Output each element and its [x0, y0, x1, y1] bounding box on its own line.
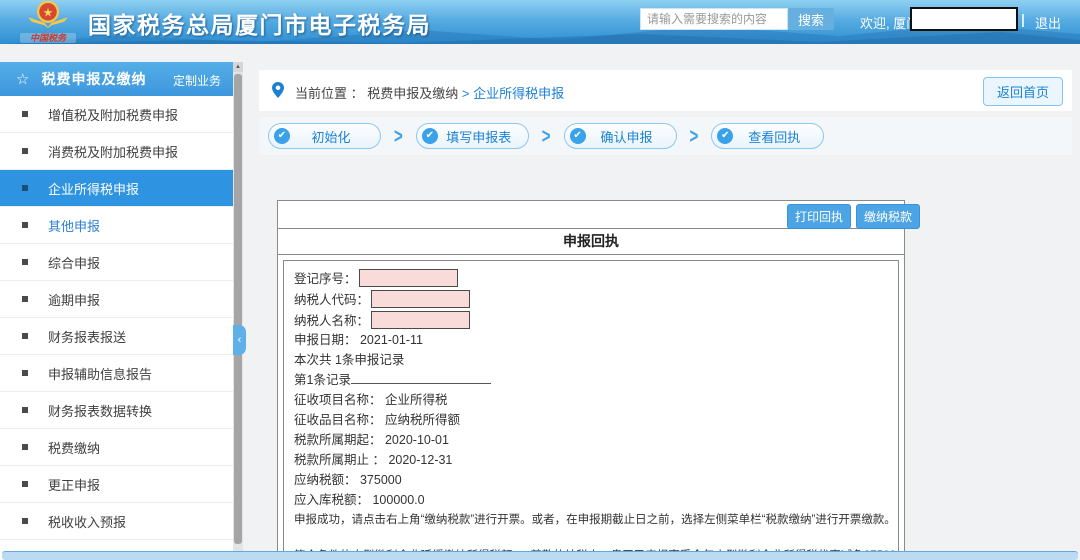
tax-bureau-logo: ★ 中国税务	[20, 0, 76, 43]
bullet-icon	[22, 444, 28, 450]
horizontal-scrollbar[interactable]	[2, 551, 1078, 560]
sidebar-item-consumption-tax[interactable]: 消费税及附加税费申报	[0, 133, 233, 170]
step-initialize[interactable]: ✔ 初始化	[268, 123, 381, 149]
breadcrumb-location-label: 当前位置 ：	[295, 86, 364, 101]
breadcrumb-bar: 当前位置 ： 税费申报及缴纳 > 企业所得税申报 返回首页	[259, 70, 1072, 111]
return-home-button[interactable]: 返回首页	[982, 77, 1063, 106]
receipt-panel: 打印回执 缴纳税款 申报回执 登记序号： 纳税人代码： 纳税人名称： 申报日期：…	[277, 200, 920, 560]
redacted-username	[910, 7, 1018, 31]
check-icon: ✔	[274, 128, 290, 144]
field-tax-payable: 应入库税额： 100000.0	[294, 493, 425, 507]
field-record-count: 本次共 1条申报记录	[294, 353, 405, 367]
sidebar-scrollbar-thumb[interactable]	[234, 74, 242, 544]
location-pin-icon	[272, 82, 284, 98]
sidebar: ☆ 税费申报及缴纳 定制业务 增值税及附加税费申报 消费税及附加税费申报 企业所…	[0, 62, 233, 560]
site-title: 国家税务总局厦门市电子税务局	[88, 12, 431, 38]
field-taxpayer-code: 纳税人代码：	[294, 288, 888, 309]
sidebar-scrollbar[interactable]: ▲	[233, 62, 243, 560]
receipt-body: 登记序号： 纳税人代码： 纳税人名称： 申报日期： 2021-01-11 本次共…	[283, 260, 899, 560]
pay-tax-button[interactable]: 缴纳税款	[855, 204, 920, 229]
field-period-end: 税款所属期止 ： 2020-12-31	[294, 453, 453, 467]
app-root: ★ 中国税务 国家税务总局厦门市电子税务局 搜索 欢迎, 厦门 | 退出 ☆ 税…	[0, 0, 1080, 560]
step-fill-form[interactable]: ✔ 填写申报表	[415, 123, 529, 149]
step-confirm-declaration[interactable]: ✔ 确认申报	[563, 123, 677, 149]
bullet-icon	[22, 148, 28, 154]
field-declare-date: 申报日期： 2021-01-11	[294, 333, 423, 347]
header-divider: |	[1021, 11, 1025, 27]
sidebar-item-tax-revenue-forecast[interactable]: 税收收入预报	[0, 503, 233, 540]
field-taxpayer-name: 纳税人名称：	[294, 309, 888, 330]
field-levy-item-name: 征收项目名称： 企业所得税	[294, 393, 448, 407]
sidebar-item-tax-payment[interactable]: 税费缴纳	[0, 429, 233, 466]
redacted-value	[371, 289, 471, 308]
print-receipt-button[interactable]: 打印回执	[786, 204, 851, 229]
search-input[interactable]	[640, 8, 788, 30]
bullet-icon	[22, 407, 28, 413]
success-note: 申报成功，请点击右上角“缴纳税款”进行开票。或者，在申报期截止日之前，选择左侧菜…	[294, 514, 896, 526]
sidebar-item-other-declaration[interactable]: 其他申报	[0, 207, 233, 244]
check-icon: ✔	[717, 128, 734, 144]
breadcrumb: 当前位置 ： 税费申报及缴纳 > 企业所得税申报	[295, 83, 564, 102]
bullet-icon	[22, 222, 28, 228]
logout-button[interactable]: 退出	[1035, 13, 1061, 32]
receipt-actions: 打印回执 缴纳税款	[786, 204, 920, 229]
sidebar-item-overdue-declaration[interactable]: 逾期申报	[0, 281, 233, 318]
breadcrumb-current[interactable]: 企业所得税申报	[473, 86, 564, 101]
check-icon: ✔	[569, 128, 586, 144]
logo-caption: 中国税务	[20, 33, 76, 43]
step-view-receipt[interactable]: ✔ 查看回执	[711, 123, 825, 149]
bullet-icon	[22, 333, 28, 339]
sidebar-header-title: 税费申报及缴纳	[41, 71, 147, 87]
sidebar-item-financial-report-conversion[interactable]: 财务报表数据转换	[0, 392, 233, 429]
underline-fill	[350, 370, 491, 384]
sidebar-item-vat-declaration[interactable]: 增值税及附加税费申报	[0, 96, 233, 133]
wizard-steps: ✔ 初始化 > ✔ 填写申报表 > ✔ 确认申报 > ✔ 查看回执	[259, 117, 1072, 155]
redacted-value	[371, 310, 471, 329]
sidebar-item-declaration-auxiliary-info[interactable]: 申报辅助信息报告	[0, 355, 233, 392]
star-icon: ☆	[16, 70, 30, 88]
chevron-right-icon: >	[394, 124, 403, 148]
check-icon: ✔	[421, 128, 438, 144]
chevron-right-icon: >	[689, 124, 699, 148]
breadcrumb-separator: >	[461, 86, 470, 101]
sidebar-collapse-toggle[interactable]: ‹	[233, 325, 246, 355]
bullet-icon	[22, 370, 28, 376]
field-levy-category-name: 征收品目名称： 应纳税所得额	[294, 413, 460, 427]
sidebar-item-comprehensive-declaration[interactable]: 综合申报	[0, 244, 233, 281]
national-emblem-icon: ★	[28, 0, 68, 28]
field-tax-due: 应纳税额： 375000	[294, 473, 402, 487]
sidebar-item-corporate-income-tax[interactable]: 企业所得税申报	[0, 170, 233, 207]
sidebar-item-correction-declaration[interactable]: 更正申报	[0, 466, 233, 503]
search-button[interactable]: 搜索	[788, 8, 835, 30]
redacted-value	[358, 268, 458, 287]
bullet-icon	[22, 259, 28, 265]
custom-business-link[interactable]: 定制业务	[173, 72, 221, 89]
scrollbar-up-arrow-icon[interactable]: ▲	[233, 62, 243, 72]
bullet-icon	[22, 518, 28, 524]
bullet-icon	[22, 185, 28, 191]
sidebar-item-financial-report-submission[interactable]: 财务报表报送	[0, 318, 233, 355]
bullet-icon	[22, 481, 28, 487]
record-header: 第1条记录	[294, 370, 888, 390]
chevron-right-icon: >	[541, 124, 551, 148]
receipt-title: 申报回执	[278, 228, 904, 255]
field-registration-number: 登记序号：	[294, 267, 888, 288]
sidebar-header: ☆ 税费申报及缴纳 定制业务	[0, 62, 233, 96]
field-period-start: 税款所属期起： 2020-10-01	[294, 433, 449, 447]
bullet-icon	[22, 296, 28, 302]
bullet-icon	[22, 111, 28, 117]
svg-text:★: ★	[43, 6, 53, 19]
breadcrumb-parent: 税费申报及缴纳	[367, 86, 462, 101]
top-header: ★ 中国税务 国家税务总局厦门市电子税务局 搜索 欢迎, 厦门 | 退出	[0, 0, 1080, 44]
